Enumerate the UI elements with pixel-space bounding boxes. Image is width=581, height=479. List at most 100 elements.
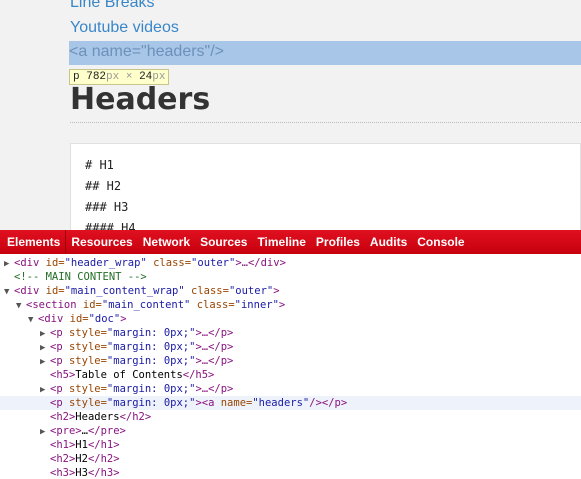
collapsed-triangle-icon[interactable]: ▶ bbox=[40, 383, 50, 397]
attr-value: "outer" bbox=[228, 285, 274, 297]
tag-close: </pre> bbox=[87, 425, 126, 437]
dom-node-p[interactable]: ▶ <p style="margin: 0px;">…</p> bbox=[0, 382, 581, 396]
tab-profiles[interactable]: Profiles bbox=[311, 230, 365, 254]
dom-node-div-doc[interactable]: ▼ <div id="doc"> bbox=[0, 312, 581, 326]
tag-open: <h2> bbox=[50, 411, 76, 423]
attr-value: "header_wrap" bbox=[64, 257, 147, 269]
tag-open: <p bbox=[50, 327, 63, 339]
page-viewport: Line Breaks Youtube videos <a name="head… bbox=[0, 0, 581, 230]
tag-close: /></p> bbox=[309, 397, 348, 409]
tab-elements[interactable]: Elements bbox=[2, 230, 67, 254]
expanded-triangle-icon[interactable]: ▼ bbox=[28, 313, 38, 327]
attr-name: style= bbox=[62, 383, 107, 395]
code-line: ## H2 bbox=[85, 179, 122, 193]
code-line: #### H4 bbox=[85, 221, 136, 230]
attr-value: "margin: 0px;" bbox=[106, 397, 196, 409]
dom-node-p[interactable]: ▶ <p style="margin: 0px;">…</p> bbox=[0, 340, 581, 354]
devtools-panel: Elements Resources Network Sources Timel… bbox=[0, 230, 581, 479]
attr-name: style= bbox=[62, 327, 107, 339]
attr-value: "margin: 0px;" bbox=[106, 355, 196, 367]
attr-value: "doc" bbox=[88, 313, 121, 325]
dom-node-main-content-wrap[interactable]: ▼ <div id="main_content_wrap" class="oute… bbox=[0, 284, 581, 298]
dom-node-p[interactable]: ▶ <p style="margin: 0px;">…</p> bbox=[0, 354, 581, 368]
tab-audits[interactable]: Audits bbox=[365, 230, 412, 254]
tag-open: <h2> bbox=[50, 453, 76, 465]
attr-name: style= bbox=[62, 355, 107, 367]
tab-timeline[interactable]: Timeline bbox=[252, 230, 310, 254]
code-block bbox=[70, 143, 581, 230]
dom-comment-main-content[interactable]: <!-- MAIN CONTENT --> bbox=[0, 270, 581, 284]
dom-node-h2[interactable]: <h2>Headers</h2> bbox=[0, 410, 581, 424]
node-text: Headers bbox=[75, 411, 120, 423]
collapsed-triangle-icon[interactable]: ▶ bbox=[40, 341, 50, 355]
attr-value: "main_content" bbox=[101, 299, 191, 311]
tag-open: <p bbox=[50, 383, 63, 395]
attr-name: id= bbox=[76, 299, 102, 311]
tag-open: <div bbox=[14, 285, 40, 297]
dom-node-h1[interactable]: <h1>H1</h1> bbox=[0, 438, 581, 452]
tag-open: <p bbox=[50, 397, 63, 409]
dom-node-p[interactable]: ▶ <p style="margin: 0px;">…</p> bbox=[0, 326, 581, 340]
dom-node-p-selected[interactable]: <p style="margin: 0px;"><a name="headers… bbox=[0, 396, 581, 410]
attr-name: class= bbox=[146, 257, 192, 269]
tab-network[interactable]: Network bbox=[138, 230, 195, 254]
attr-value: "outer" bbox=[191, 257, 236, 269]
tag-close: </h1> bbox=[87, 439, 120, 451]
node-text: H2 bbox=[75, 453, 88, 465]
collapsed-triangle-icon[interactable]: ▶ bbox=[40, 425, 50, 439]
tag-close: >…</p> bbox=[195, 383, 234, 395]
tag-close: > bbox=[273, 285, 280, 297]
tag-close: </h2> bbox=[119, 411, 152, 423]
expanded-triangle-icon[interactable]: ▼ bbox=[16, 299, 26, 313]
dom-node-h2[interactable]: <h2>H2</h2> bbox=[0, 452, 581, 466]
attr-name: id= bbox=[39, 257, 65, 269]
dom-node-h5[interactable]: <h5>Table of Contents</h5> bbox=[0, 368, 581, 382]
tag-close: </h2> bbox=[87, 453, 120, 465]
code-line: ### H3 bbox=[85, 200, 129, 214]
tag-open: <pre> bbox=[50, 425, 82, 437]
collapsed-triangle-icon[interactable]: ▶ bbox=[40, 327, 50, 341]
inspected-element-source: <a name="headers"/> bbox=[69, 43, 225, 60]
tag-open: ><a bbox=[195, 397, 215, 409]
expanded-triangle-icon[interactable]: ▼ bbox=[4, 285, 14, 299]
attr-name: id= bbox=[63, 313, 89, 325]
tag-close: > bbox=[278, 299, 286, 311]
tag-open: <div bbox=[38, 313, 64, 325]
tag-close: </h3> bbox=[87, 467, 120, 479]
dom-node-h3[interactable]: <h3>H3</h3> bbox=[0, 466, 581, 479]
node-text: Table of Contents bbox=[75, 369, 183, 381]
link-line-breaks[interactable]: Line Breaks bbox=[70, 0, 155, 12]
tag-open: <h1> bbox=[50, 439, 76, 451]
attr-value: "margin: 0px;" bbox=[106, 327, 196, 339]
tab-resources[interactable]: Resources bbox=[66, 230, 137, 254]
link-youtube-videos[interactable]: Youtube videos bbox=[70, 19, 179, 37]
tag-open: <p bbox=[50, 355, 63, 367]
heading-divider bbox=[70, 122, 581, 123]
tag-close: >…</p> bbox=[195, 355, 234, 367]
devtools-toolbar: Elements Resources Network Sources Timel… bbox=[0, 230, 581, 254]
attr-name: style= bbox=[62, 341, 107, 353]
attr-name: class= bbox=[184, 285, 229, 297]
node-text: H3 bbox=[75, 467, 88, 479]
attr-value: "margin: 0px;" bbox=[106, 383, 196, 395]
tab-sources[interactable]: Sources bbox=[195, 230, 252, 254]
tag-close: >…</p> bbox=[195, 341, 234, 353]
node-text: H1 bbox=[75, 439, 88, 451]
dom-node-section-main-content[interactable]: ▼ <section id="main_content" class="inner… bbox=[0, 298, 581, 312]
tag-open: <div bbox=[14, 257, 40, 269]
collapsed-triangle-icon[interactable]: ▶ bbox=[40, 355, 50, 369]
tag-close: >…</p> bbox=[195, 327, 234, 339]
comment-text: <!-- MAIN CONTENT --> bbox=[14, 271, 147, 283]
tag-close: </h5> bbox=[182, 369, 215, 381]
attr-value: "inner" bbox=[234, 299, 279, 311]
dom-node-pre[interactable]: ▶ <pre>…</pre> bbox=[0, 424, 581, 438]
collapsed-triangle-icon[interactable]: ▶ bbox=[4, 257, 14, 271]
tag-open: <h3> bbox=[50, 467, 76, 479]
tab-console[interactable]: Console bbox=[412, 230, 469, 254]
dom-node-header-wrap[interactable]: ▶ <div id="header_wrap" class="outer">…</… bbox=[0, 256, 581, 270]
tag-close: >…</div> bbox=[235, 257, 286, 269]
attr-name: class= bbox=[190, 299, 235, 311]
dom-tree: ▶ <div id="header_wrap" class="outer">…</… bbox=[0, 256, 581, 479]
tag-open: <section bbox=[26, 299, 77, 311]
tag-open: <p bbox=[50, 341, 63, 353]
